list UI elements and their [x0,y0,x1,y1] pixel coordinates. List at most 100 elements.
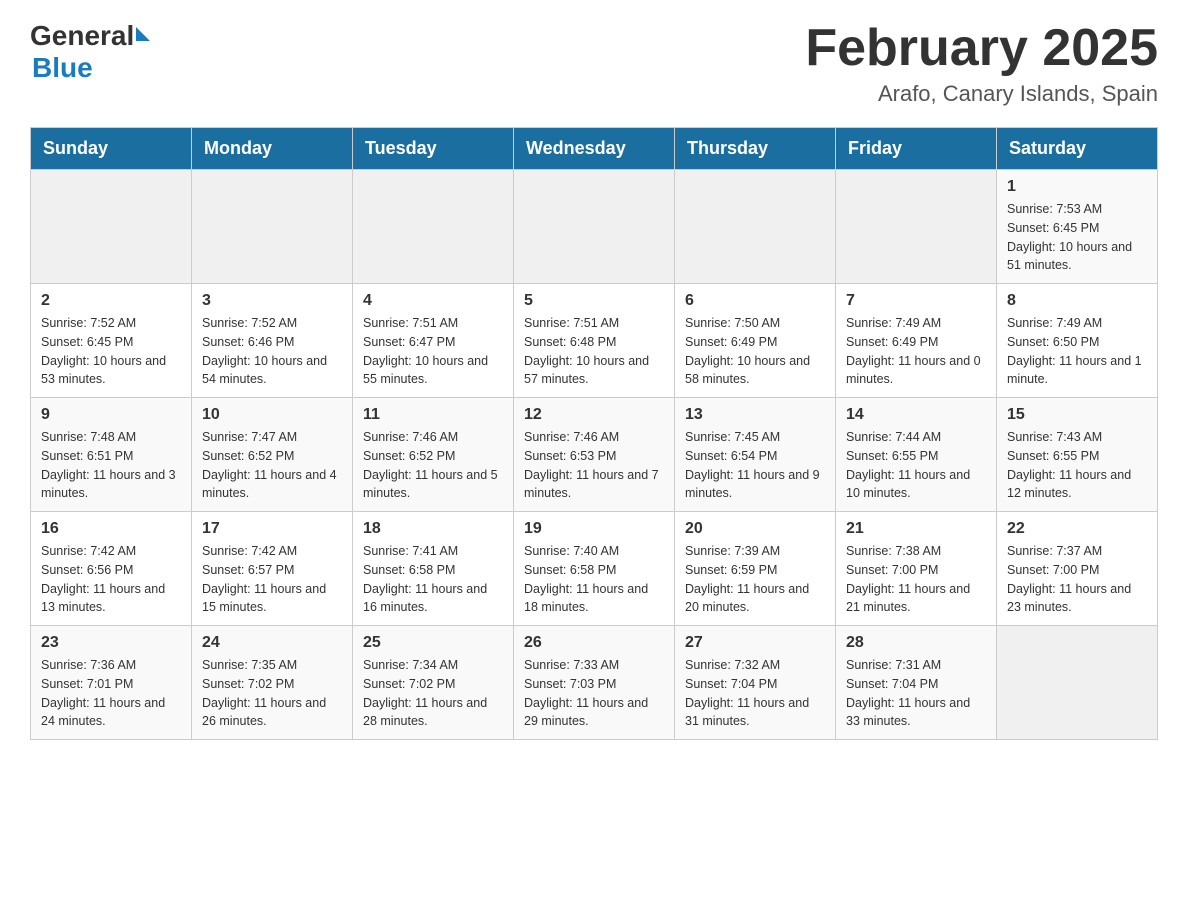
calendar-cell: 2Sunrise: 7:52 AMSunset: 6:45 PMDaylight… [31,284,192,398]
calendar-cell: 25 Sunrise: 7:34 AMSunset: 7:02 PMDayligh… [353,626,514,740]
calendar-cell: 14Sunrise: 7:44 AMSunset: 6:55 PMDayligh… [836,398,997,512]
day-header-sunday: Sunday [31,128,192,170]
calendar-cell: 5 Sunrise: 7:51 AMSunset: 6:48 PMDaylight… [514,284,675,398]
day-info: Sunrise: 7:41 AMSunset: 6:58 PMDaylight:… [363,542,503,617]
day-info: Sunrise: 7:43 AMSunset: 6:55 PMDaylight:… [1007,428,1147,503]
day-number: 19 [524,520,664,538]
day-info: Sunrise: 7:33 AMSunset: 7:03 PMDaylight:… [524,656,664,731]
calendar-cell [192,170,353,284]
day-number: 23 [41,634,181,652]
day-info: Sunrise: 7:52 AMSunset: 6:45 PMDaylight:… [41,314,181,389]
day-number: 17 [202,520,342,538]
day-info: Sunrise: 7:48 AMSunset: 6:51 PMDaylight:… [41,428,181,503]
logo-triangle-icon [136,27,150,41]
calendar-cell: 11Sunrise: 7:46 AMSunset: 6:52 PMDayligh… [353,398,514,512]
calendar-cell: 20 Sunrise: 7:39 AMSunset: 6:59 PMDayligh… [675,512,836,626]
calendar-cell: 26 Sunrise: 7:33 AMSunset: 7:03 PMDayligh… [514,626,675,740]
calendar-cell: 3 Sunrise: 7:52 AMSunset: 6:46 PMDaylight… [192,284,353,398]
day-info: Sunrise: 7:44 AMSunset: 6:55 PMDaylight:… [846,428,986,503]
day-number: 11 [363,406,503,424]
calendar-cell: 28Sunrise: 7:31 AMSunset: 7:04 PMDayligh… [836,626,997,740]
calendar-cell: 16 Sunrise: 7:42 AMSunset: 6:56 PMDayligh… [31,512,192,626]
day-info: Sunrise: 7:42 AMSunset: 6:56 PMDaylight:… [41,542,181,617]
calendar-cell: 15 Sunrise: 7:43 AMSunset: 6:55 PMDayligh… [997,398,1158,512]
page-subtitle: Arafo, Canary Islands, Spain [805,81,1158,107]
days-header-row: SundayMondayTuesdayWednesdayThursdayFrid… [31,128,1158,170]
title-block: February 2025 Arafo, Canary Islands, Spa… [805,20,1158,107]
day-info: Sunrise: 7:37 AMSunset: 7:00 PMDaylight:… [1007,542,1147,617]
day-number: 8 [1007,292,1147,310]
day-number: 22 [1007,520,1147,538]
day-number: 3 [202,292,342,310]
day-info: Sunrise: 7:45 AMSunset: 6:54 PMDaylight:… [685,428,825,503]
calendar-cell: 27Sunrise: 7:32 AMSunset: 7:04 PMDayligh… [675,626,836,740]
day-info: Sunrise: 7:42 AMSunset: 6:57 PMDaylight:… [202,542,342,617]
day-number: 15 [1007,406,1147,424]
calendar-cell: 7 Sunrise: 7:49 AMSunset: 6:49 PMDaylight… [836,284,997,398]
page-title: February 2025 [805,20,1158,77]
calendar-header: SundayMondayTuesdayWednesdayThursdayFrid… [31,128,1158,170]
day-info: Sunrise: 7:39 AMSunset: 6:59 PMDaylight:… [685,542,825,617]
day-header-thursday: Thursday [675,128,836,170]
calendar-cell: 17 Sunrise: 7:42 AMSunset: 6:57 PMDayligh… [192,512,353,626]
calendar-cell: 23 Sunrise: 7:36 AMSunset: 7:01 PMDayligh… [31,626,192,740]
day-number: 5 [524,292,664,310]
day-info: Sunrise: 7:36 AMSunset: 7:01 PMDaylight:… [41,656,181,731]
logo-blue: Blue [32,52,93,83]
calendar-cell: 4 Sunrise: 7:51 AMSunset: 6:47 PMDaylight… [353,284,514,398]
day-number: 26 [524,634,664,652]
logo: General Blue [30,20,150,84]
day-number: 9 [41,406,181,424]
calendar-week-row: 23 Sunrise: 7:36 AMSunset: 7:01 PMDayligh… [31,626,1158,740]
calendar-cell: 24 Sunrise: 7:35 AMSunset: 7:02 PMDayligh… [192,626,353,740]
day-info: Sunrise: 7:34 AMSunset: 7:02 PMDaylight:… [363,656,503,731]
day-info: Sunrise: 7:49 AMSunset: 6:49 PMDaylight:… [846,314,986,389]
day-number: 1 [1007,178,1147,196]
day-number: 28 [846,634,986,652]
calendar-cell: 21Sunrise: 7:38 AMSunset: 7:00 PMDayligh… [836,512,997,626]
day-number: 6 [685,292,825,310]
day-header-monday: Monday [192,128,353,170]
day-info: Sunrise: 7:52 AMSunset: 6:46 PMDaylight:… [202,314,342,389]
calendar-cell [675,170,836,284]
calendar-week-row: 1 Sunrise: 7:53 AMSunset: 6:45 PMDaylight… [31,170,1158,284]
day-info: Sunrise: 7:50 AMSunset: 6:49 PMDaylight:… [685,314,825,389]
day-number: 16 [41,520,181,538]
day-info: Sunrise: 7:53 AMSunset: 6:45 PMDaylight:… [1007,200,1147,275]
day-info: Sunrise: 7:40 AMSunset: 6:58 PMDaylight:… [524,542,664,617]
calendar-cell: 22 Sunrise: 7:37 AMSunset: 7:00 PMDayligh… [997,512,1158,626]
day-info: Sunrise: 7:35 AMSunset: 7:02 PMDaylight:… [202,656,342,731]
calendar-cell [514,170,675,284]
day-header-tuesday: Tuesday [353,128,514,170]
calendar-cell: 12Sunrise: 7:46 AMSunset: 6:53 PMDayligh… [514,398,675,512]
day-header-friday: Friday [836,128,997,170]
calendar-cell [836,170,997,284]
day-header-saturday: Saturday [997,128,1158,170]
calendar-cell [997,626,1158,740]
day-number: 18 [363,520,503,538]
calendar-cell [31,170,192,284]
day-info: Sunrise: 7:49 AMSunset: 6:50 PMDaylight:… [1007,314,1147,389]
calendar-week-row: 9 Sunrise: 7:48 AMSunset: 6:51 PMDaylight… [31,398,1158,512]
calendar-week-row: 2Sunrise: 7:52 AMSunset: 6:45 PMDaylight… [31,284,1158,398]
day-info: Sunrise: 7:51 AMSunset: 6:48 PMDaylight:… [524,314,664,389]
day-number: 24 [202,634,342,652]
day-number: 20 [685,520,825,538]
day-info: Sunrise: 7:51 AMSunset: 6:47 PMDaylight:… [363,314,503,389]
calendar-cell: 18 Sunrise: 7:41 AMSunset: 6:58 PMDayligh… [353,512,514,626]
day-info: Sunrise: 7:32 AMSunset: 7:04 PMDaylight:… [685,656,825,731]
day-number: 12 [524,406,664,424]
day-number: 25 [363,634,503,652]
calendar-cell: 1 Sunrise: 7:53 AMSunset: 6:45 PMDaylight… [997,170,1158,284]
calendar-cell [353,170,514,284]
day-number: 4 [363,292,503,310]
calendar-body: 1 Sunrise: 7:53 AMSunset: 6:45 PMDaylight… [31,170,1158,740]
day-number: 10 [202,406,342,424]
day-number: 13 [685,406,825,424]
day-number: 7 [846,292,986,310]
calendar-cell: 6 Sunrise: 7:50 AMSunset: 6:49 PMDaylight… [675,284,836,398]
logo-general: General [30,20,134,52]
calendar-week-row: 16 Sunrise: 7:42 AMSunset: 6:56 PMDayligh… [31,512,1158,626]
calendar-table: SundayMondayTuesdayWednesdayThursdayFrid… [30,127,1158,740]
calendar-cell: 19 Sunrise: 7:40 AMSunset: 6:58 PMDayligh… [514,512,675,626]
